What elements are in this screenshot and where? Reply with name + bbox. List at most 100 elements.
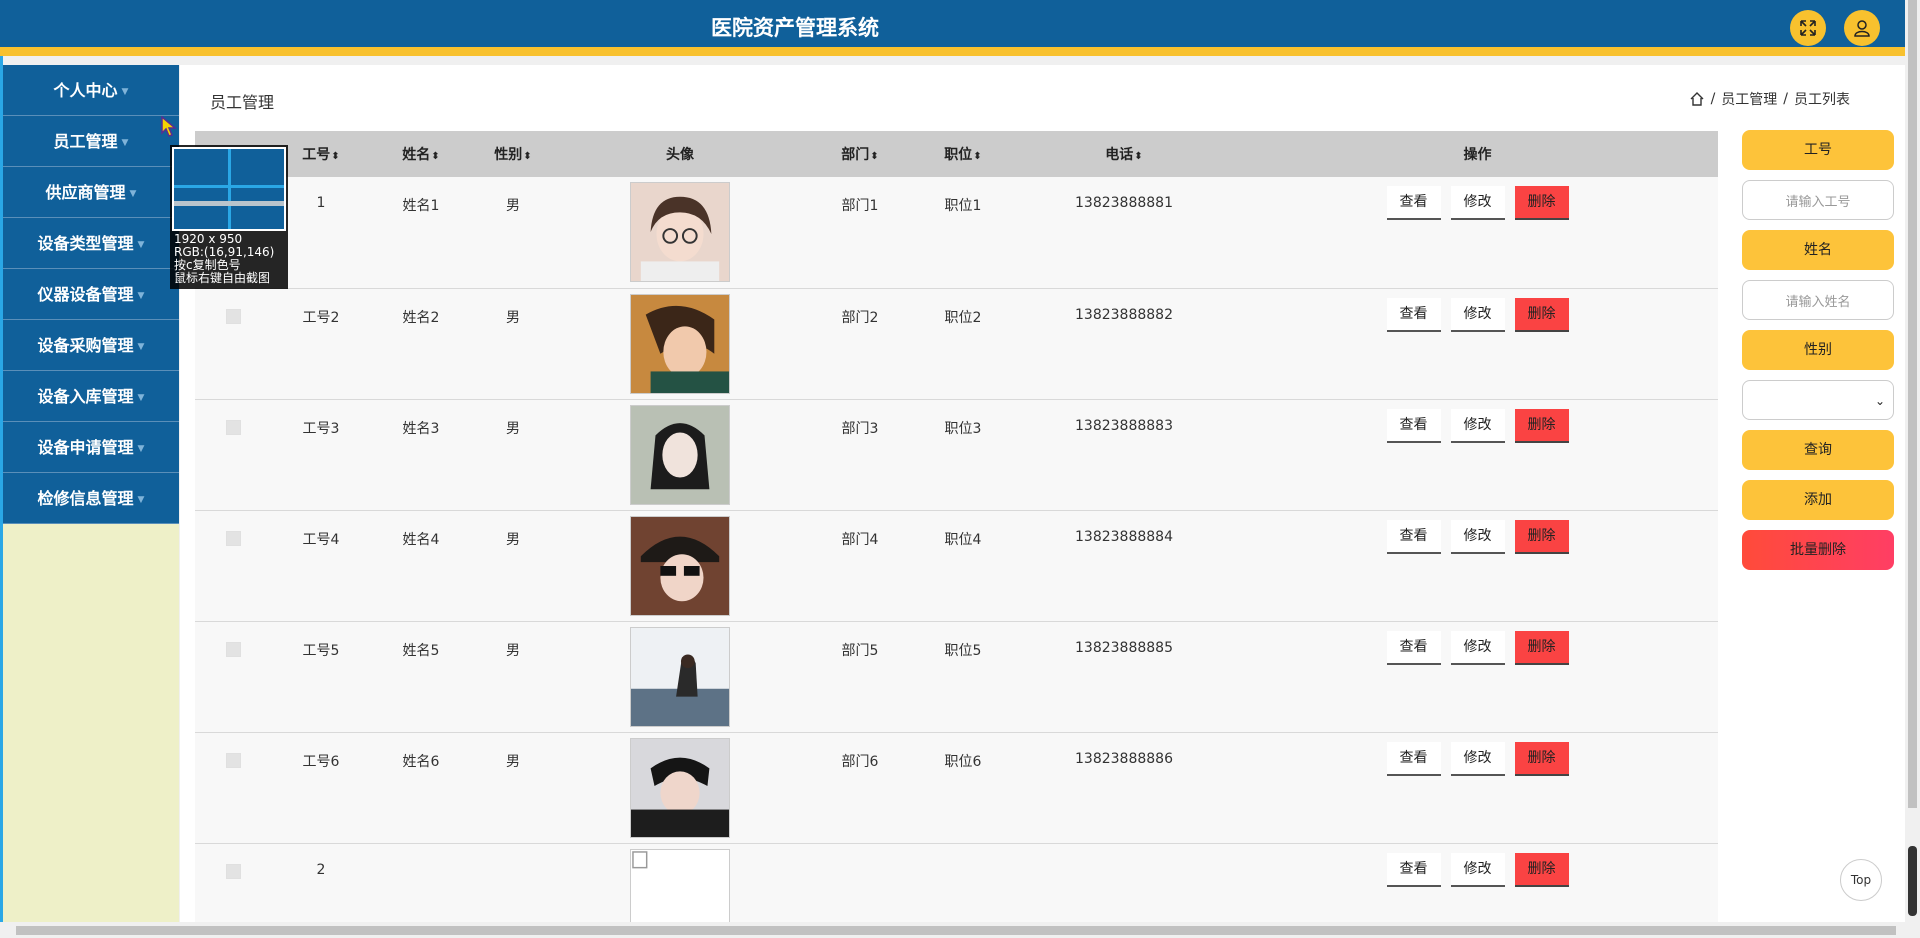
search-gender-select[interactable]: ⌄ xyxy=(1742,380,1894,420)
sidebar-item[interactable]: 检修信息管理 ▼ xyxy=(3,473,179,524)
sidebar-item-label: 仪器设备管理 xyxy=(37,285,134,304)
add-button[interactable]: 添加 xyxy=(1742,480,1894,520)
row-checkbox[interactable] xyxy=(225,530,241,546)
fullscreen-button[interactable] xyxy=(1790,10,1826,46)
search-id-input[interactable]: 请输入工号 xyxy=(1742,180,1894,220)
edit-button[interactable]: 修改 xyxy=(1450,297,1505,332)
header-avatar: 头像 xyxy=(666,147,694,163)
delete-button[interactable]: 删除 xyxy=(1514,297,1569,332)
cell-id: 工号6 xyxy=(302,753,340,770)
cell-name: 姓名2 xyxy=(402,309,440,326)
sort-icon: ⬍ xyxy=(431,151,440,162)
cell-dept: 部门5 xyxy=(841,642,879,659)
header-dept[interactable]: 部门⬍ xyxy=(805,131,915,177)
cell-avatar xyxy=(555,399,805,510)
sidebar-item[interactable]: 设备类型管理 ▼ xyxy=(3,218,179,269)
cell-dept: 部门4 xyxy=(841,531,879,548)
avatar-image xyxy=(630,404,730,505)
delete-button[interactable]: 删除 xyxy=(1514,852,1569,887)
edit-button[interactable]: 修改 xyxy=(1450,852,1505,887)
row-checkbox[interactable] xyxy=(225,641,241,657)
cell-ops: 查看 修改 删除 xyxy=(1237,621,1718,732)
breadcrumb: / 员工管理 / 员工列表 xyxy=(1689,89,1850,109)
user-button[interactable] xyxy=(1844,10,1880,46)
delete-button[interactable]: 删除 xyxy=(1514,630,1569,665)
table-row: 工号4 姓名4 男 部门4 职位4 13823888884 查看 修改 删除 xyxy=(195,510,1718,621)
row-checkbox[interactable] xyxy=(225,863,241,879)
table-row: 工号5 姓名5 男 部门5 职位5 13823888885 查看 修改 删除 xyxy=(195,621,1718,732)
cell-position: 职位1 xyxy=(944,198,982,214)
view-button[interactable]: 查看 xyxy=(1386,408,1441,443)
sidebar-item-label: 供应商管理 xyxy=(45,183,126,202)
caret-down-icon: ▼ xyxy=(137,495,145,505)
delete-button[interactable]: 删除 xyxy=(1514,519,1569,554)
app-title: 医院资产管理系统 xyxy=(711,16,879,40)
view-button[interactable]: 查看 xyxy=(1386,741,1441,776)
caret-down-icon: ▼ xyxy=(121,87,129,97)
table-row: 2 查看 修改 删除 xyxy=(195,843,1718,925)
breadcrumb-item-employee[interactable]: 员工管理 xyxy=(1721,89,1777,109)
edit-button[interactable]: 修改 xyxy=(1450,741,1505,776)
row-checkbox[interactable] xyxy=(225,419,241,435)
cell-gender: 男 xyxy=(506,309,520,326)
back-to-top-button[interactable]: Top xyxy=(1840,859,1882,901)
sort-icon: ⬍ xyxy=(523,151,532,162)
view-button[interactable]: 查看 xyxy=(1386,297,1441,332)
sidebar-item[interactable]: 仪器设备管理 ▼ xyxy=(3,269,179,320)
cell-gender xyxy=(471,843,555,925)
row-select-cell xyxy=(195,510,271,621)
header-position[interactable]: 职位⬍ xyxy=(915,131,1011,177)
edit-button[interactable]: 修改 xyxy=(1450,519,1505,554)
avatar-image xyxy=(630,737,730,838)
row-checkbox[interactable] xyxy=(225,752,241,768)
edit-button[interactable]: 修改 xyxy=(1450,408,1505,443)
cell-dept: 部门2 xyxy=(841,309,879,326)
view-button[interactable]: 查看 xyxy=(1386,852,1441,887)
sidebar-item[interactable]: 个人中心 ▼ xyxy=(3,65,179,116)
row-select-cell xyxy=(195,732,271,843)
header-gender[interactable]: 性别⬍ xyxy=(471,131,555,177)
cell-gender: 男 xyxy=(506,642,520,659)
view-button[interactable]: 查看 xyxy=(1386,519,1441,554)
edit-button[interactable]: 修改 xyxy=(1450,186,1505,220)
cell-phone: 13823888882 xyxy=(1075,306,1173,323)
sidebar-item[interactable]: 供应商管理 ▼ xyxy=(3,167,179,218)
sidebar-item[interactable]: 员工管理 ▼ xyxy=(3,116,179,167)
search-gender-label: 性别 xyxy=(1742,330,1894,370)
delete-button[interactable]: 删除 xyxy=(1514,741,1569,776)
view-button[interactable]: 查看 xyxy=(1386,630,1441,665)
cell-id: 工号4 xyxy=(302,531,340,548)
app-root: 医院资产管理系统 个人中心 ▼ 员工管理 ▼ 供应商管理 ▼ 设备类型管理 ▼ 仪器设备管理 ▼ 设… xyxy=(0,0,1920,938)
cell-gender: 男 xyxy=(506,531,520,548)
delete-button[interactable]: 删除 xyxy=(1514,408,1569,443)
sidebar-item-label: 设备类型管理 xyxy=(37,234,134,253)
caret-down-icon: ▼ xyxy=(137,444,145,454)
page-title: 员工管理 xyxy=(210,93,275,112)
cell-avatar xyxy=(555,621,805,732)
cell-dept xyxy=(805,843,915,925)
cell-phone: 13823888886 xyxy=(1075,750,1173,767)
row-checkbox[interactable] xyxy=(225,308,241,324)
sidebar-item[interactable]: 设备申请管理 ▼ xyxy=(3,422,179,473)
horizontal-scrollbar[interactable] xyxy=(0,922,1920,938)
cell-ops: 查看 修改 删除 xyxy=(1237,510,1718,621)
header-name[interactable]: 姓名⬍ xyxy=(371,131,471,177)
cell-gender: 男 xyxy=(506,420,520,437)
sidebar-item[interactable]: 设备采购管理 ▼ xyxy=(3,320,179,371)
header-phone[interactable]: 电话⬍ xyxy=(1011,131,1237,177)
sidebar-item[interactable]: 设备入库管理 ▼ xyxy=(3,371,179,422)
sort-icon: ⬍ xyxy=(331,151,340,162)
vertical-scrollbar[interactable] xyxy=(1905,0,1920,922)
query-button[interactable]: 查询 xyxy=(1742,430,1894,470)
view-button[interactable]: 查看 xyxy=(1386,186,1441,220)
cell-phone: 13823888883 xyxy=(1075,417,1173,434)
user-icon xyxy=(1854,20,1870,37)
cell-position: 职位6 xyxy=(944,753,982,770)
search-name-input[interactable]: 请输入姓名 xyxy=(1742,280,1894,320)
home-icon[interactable] xyxy=(1689,91,1705,107)
sort-icon: ⬍ xyxy=(1134,151,1143,162)
delete-button[interactable]: 删除 xyxy=(1514,186,1569,220)
edit-button[interactable]: 修改 xyxy=(1450,630,1505,665)
search-id-label: 工号 xyxy=(1742,130,1894,170)
batch-delete-button[interactable]: 批量删除 xyxy=(1742,530,1894,570)
